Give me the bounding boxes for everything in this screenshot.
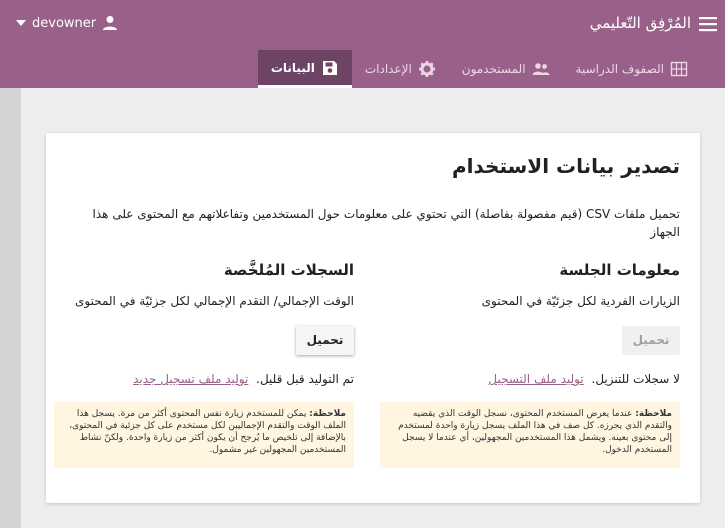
gear-icon: [418, 60, 436, 78]
app-bar: المُرْفِق التّعليمي devowner الصفوف الدر…: [0, 0, 725, 88]
nav-tabs: الصفوف الدراسية المستخدمون الإعدادات الب…: [257, 50, 701, 88]
username: devowner: [32, 15, 97, 31]
tab-settings[interactable]: الإعدادات: [352, 50, 449, 87]
session-section: معلومات الجلسة الزيارات الفردية لكل جزئي…: [380, 261, 680, 468]
summary-section: السجلات المُلخَّصة الوقت الإجمالي/ التقد…: [54, 261, 354, 468]
session-download-button[interactable]: تحميل: [622, 326, 680, 355]
summary-note: ملاحظة: يمكن للمستخدم زيارة نفس المحتوى …: [54, 402, 354, 468]
save-icon: [321, 59, 339, 77]
hamburger-menu-icon[interactable]: [699, 16, 717, 32]
session-note-label: ملاحظة:: [635, 409, 672, 419]
summary-note-label: ملاحظة:: [309, 409, 346, 419]
summary-note-text: يمكن للمستخدم زيارة نفس المحتوى أكثر من …: [69, 409, 346, 455]
session-subtitle: الزيارات الفردية لكل جزئيّة في المحتوى: [481, 294, 680, 308]
user-menu[interactable]: devowner: [16, 15, 118, 31]
page-title: تصدير بيانات الاستخدام: [451, 154, 680, 178]
tab-data[interactable]: البيانات: [257, 50, 352, 88]
session-note-text: عندما يعرض المستخدم المحتوى، نسجل الوقت …: [398, 409, 672, 455]
summary-subtitle: الوقت الإجمالي/ التقدم الإجمالي لكل جزئي…: [75, 294, 354, 308]
people-icon: [532, 60, 550, 78]
tab-label: البيانات: [270, 60, 315, 75]
summary-status-text: تم التوليد قبل قليل.: [256, 372, 354, 386]
export-card: تصدير بيانات الاستخدام تحميل ملفات CSV (…: [46, 133, 700, 503]
person-icon: [102, 15, 118, 31]
session-note: ملاحظة: عندما يعرض المستخدم المحتوى، نسج…: [380, 402, 680, 468]
summary-download-button[interactable]: تحميل: [296, 326, 354, 355]
side-strip: [0, 88, 21, 528]
tab-label: الإعدادات: [364, 61, 412, 76]
tab-classes[interactable]: الصفوف الدراسية: [563, 50, 701, 87]
summary-status: تم التوليد قبل قليل. توليد ملف تسجيل جدي…: [54, 372, 354, 402]
session-status-text: لا سجلات للتنزيل.: [591, 372, 680, 386]
tab-label: المستخدمون: [461, 61, 526, 76]
generate-session-log-link[interactable]: توليد ملف التسجيل: [488, 372, 583, 386]
generate-summary-log-link[interactable]: توليد ملف تسجيل جديد: [133, 372, 248, 386]
session-status: لا سجلات للتنزيل. توليد ملف التسجيل: [380, 372, 680, 402]
page-description: تحميل ملفات CSV (قيم مفصولة بفاصلة) التي…: [92, 207, 680, 239]
summary-title: السجلات المُلخَّصة: [223, 261, 354, 279]
tab-label: الصفوف الدراسية: [575, 61, 664, 76]
dropdown-arrow-icon: [16, 20, 26, 26]
classroom-icon: [670, 60, 688, 78]
session-title: معلومات الجلسة: [559, 261, 680, 279]
app-title: المُرْفِق التّعليمي: [589, 14, 691, 32]
tab-users[interactable]: المستخدمون: [449, 50, 563, 87]
